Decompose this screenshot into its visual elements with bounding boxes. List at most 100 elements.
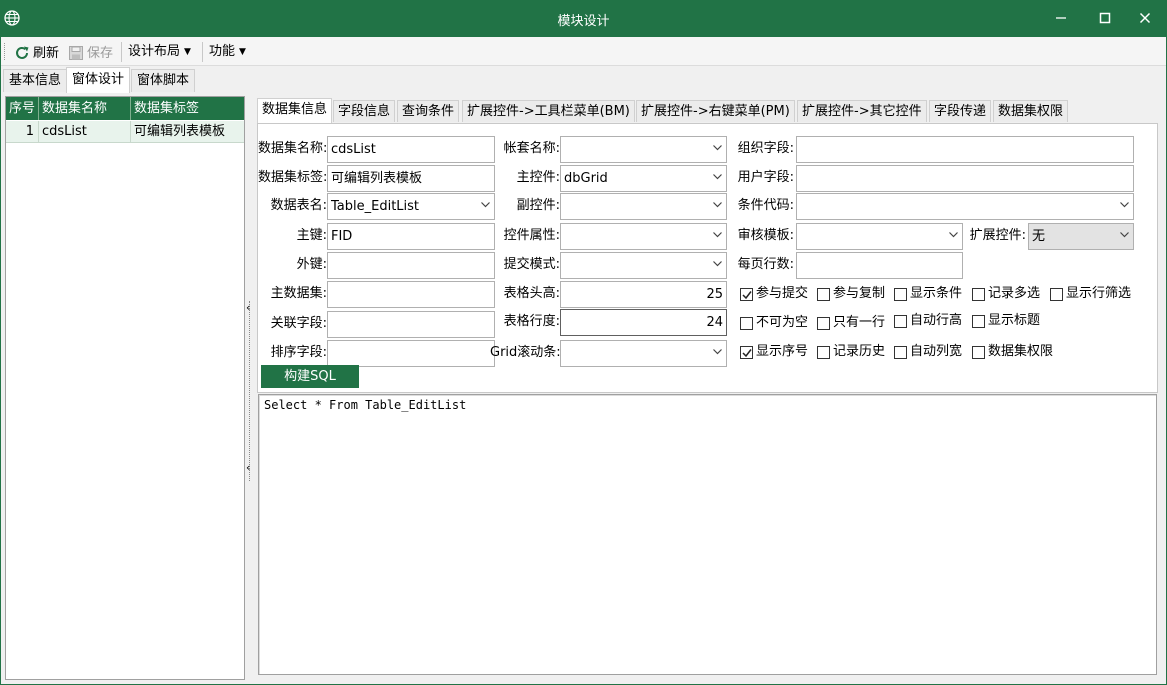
account-name-select[interactable] [560, 136, 727, 163]
refresh-button[interactable]: 刷新 [14, 42, 64, 62]
sub-control-label: 副控件: [516, 198, 560, 213]
tab-dataset-permissions[interactable]: 数据集权限 [993, 100, 1069, 122]
toolbar-separator [202, 42, 203, 62]
checkbox-box[interactable] [972, 346, 985, 359]
checkbox-box[interactable] [817, 346, 830, 359]
tab-form-design[interactable]: 窗体设计 [66, 67, 131, 93]
checkbox-box[interactable] [817, 288, 830, 301]
toolbar-grip [4, 43, 7, 60]
ext-control-label: 扩展控件: [969, 228, 1026, 243]
tab-dataset-info[interactable]: 数据集信息 [257, 98, 333, 123]
minimize-button[interactable] [1044, 4, 1078, 32]
page-rows-label: 每页行数: [737, 257, 794, 272]
save-label: 保存 [87, 46, 114, 61]
audit-template-select[interactable] [796, 223, 963, 250]
checkbox-box[interactable] [894, 346, 907, 359]
design-layout-label: 设计布局 [128, 44, 181, 59]
chevron-down-icon [1120, 202, 1129, 208]
tab-toolbar-menu[interactable]: 扩展控件->工具栏菜单(BM) [462, 100, 635, 122]
save-icon [69, 46, 83, 60]
design-layout-menu[interactable]: 设计布局 ▼ [128, 42, 196, 62]
column-header-index[interactable]: 序号 [6, 97, 39, 120]
panel-splitter[interactable]: ‹ ‹ [246, 96, 254, 680]
checkbox-box[interactable] [740, 346, 753, 359]
master-dataset-label: 主数据集: [270, 286, 327, 301]
checkbox-box[interactable] [740, 317, 753, 330]
build-sql-button[interactable]: 构建SQL [261, 365, 359, 388]
checkbox-box[interactable] [740, 288, 753, 301]
checkbox-label: 记录历史 [833, 344, 886, 359]
ext-control-value: 无 [1032, 229, 1046, 244]
maximize-icon [1099, 12, 1111, 24]
tab-field-info[interactable]: 字段信息 [333, 100, 396, 122]
chevron-down-icon [481, 202, 490, 208]
org-field-input[interactable] [796, 136, 1134, 163]
toolbar: 刷新 保存 设计布局 ▼ 功能 ▼ [0, 37, 1167, 66]
control-props-select[interactable] [560, 223, 727, 250]
main-control-select[interactable]: dbGrid [560, 165, 727, 192]
table-row[interactable]: 1 cdsList 可编辑列表模板 [6, 121, 244, 143]
close-button[interactable] [1128, 4, 1162, 32]
ext-control-select[interactable]: 无 [1028, 223, 1134, 250]
save-button[interactable]: 保存 [68, 42, 118, 62]
sort-field-label: 排序字段: [270, 345, 327, 360]
primary-key-input[interactable]: FID [327, 223, 495, 250]
checkmark-icon [742, 349, 752, 358]
tab-other-controls[interactable]: 扩展控件->其它控件 [797, 100, 927, 122]
collapse-left-icon[interactable]: ‹ [246, 461, 250, 474]
condition-code-label: 条件代码: [737, 198, 794, 213]
dataset-name-input[interactable]: cdsList [327, 136, 495, 163]
tab-field-pass[interactable]: 字段传递 [929, 100, 992, 122]
checkbox-box[interactable] [972, 288, 985, 301]
dataset-info-form: 数据集名称: cdsList 数据集标签: 可编辑列表模板 数据表名: Tabl… [257, 123, 1158, 393]
cell-dataset-name[interactable]: cdsList [39, 121, 131, 142]
foreign-key-label: 外键: [296, 257, 327, 272]
chevron-down-icon [949, 232, 958, 238]
sql-text[interactable]: Select * From Table_EditList [264, 398, 466, 412]
checkbox-label: 显示标题 [988, 313, 1041, 328]
tab-query-conditions[interactable]: 查询条件 [397, 100, 460, 122]
cell-dataset-tag[interactable]: 可编辑列表模板 [131, 121, 244, 142]
checkbox-box[interactable] [894, 315, 907, 328]
functions-menu[interactable]: 功能 ▼ [209, 42, 253, 62]
submit-mode-select[interactable] [560, 252, 727, 279]
link-field-input[interactable] [327, 311, 495, 338]
user-field-input[interactable] [796, 165, 1134, 192]
checkbox-box[interactable] [894, 288, 907, 301]
grid-scroll-select[interactable] [560, 340, 727, 367]
chevron-down-icon [713, 174, 722, 180]
cell-index[interactable]: 1 [6, 121, 39, 142]
checkbox-label: 自动行高 [910, 313, 963, 328]
page-rows-input[interactable] [796, 252, 963, 279]
main-control-value: dbGrid [564, 171, 608, 186]
checkbox-label: 参与提交 [756, 286, 809, 301]
checkbox-box[interactable] [1050, 288, 1063, 301]
chevron-down-icon [1120, 232, 1129, 238]
column-header-dataset-name[interactable]: 数据集名称 [39, 97, 131, 120]
foreign-key-input[interactable] [327, 252, 495, 279]
header-height-input[interactable]: 25 [560, 281, 727, 308]
sql-editor[interactable]: Select * From Table_EditList [258, 394, 1157, 675]
org-field-label: 组织字段: [737, 141, 794, 156]
table-name-label: 数据表名: [270, 198, 327, 213]
checkbox-box[interactable] [972, 315, 985, 328]
row-height-input[interactable]: 24 [560, 309, 727, 336]
master-dataset-input[interactable] [327, 281, 495, 308]
condition-code-select[interactable] [796, 193, 1134, 220]
checkmark-icon [742, 291, 752, 300]
dataset-tag-input[interactable]: 可编辑列表模板 [327, 165, 495, 192]
tab-context-menu[interactable]: 扩展控件->右键菜单(PM) [636, 100, 795, 122]
tab-form-script[interactable]: 窗体脚本 [131, 69, 196, 92]
sort-field-input[interactable] [327, 340, 495, 367]
tab-basic-info[interactable]: 基本信息 [3, 69, 68, 92]
column-header-dataset-tag[interactable]: 数据集标签 [131, 97, 244, 120]
table-name-select[interactable]: Table_EditList [327, 193, 495, 220]
collapse-left-icon[interactable]: ‹ [246, 301, 250, 314]
primary-key-label: 主键: [296, 228, 327, 243]
audit-template-label: 审核模板: [737, 228, 794, 243]
checkbox-label: 记录多选 [988, 286, 1041, 301]
maximize-button[interactable] [1088, 4, 1122, 32]
checkbox-label: 显示序号 [756, 344, 809, 359]
checkbox-box[interactable] [817, 317, 830, 330]
sub-control-select[interactable] [560, 193, 727, 220]
